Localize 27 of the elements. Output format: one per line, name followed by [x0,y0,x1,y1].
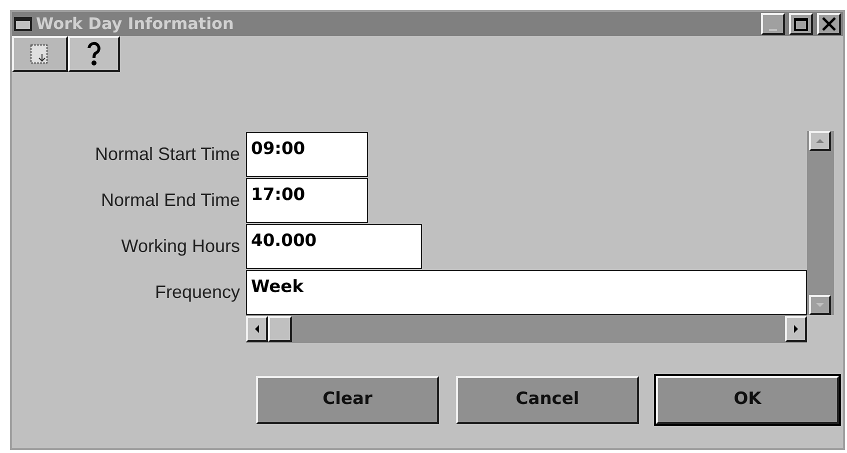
scroll-up-button[interactable] [809,131,831,151]
text-field[interactable]: Week [246,270,807,314]
minimize-button[interactable] [761,13,785,35]
window-title: Work Day Information [36,13,235,35]
maximize-button[interactable] [789,13,813,35]
dialog-button[interactable]: OK [656,376,839,424]
help-button[interactable] [68,36,120,72]
scroll-thumb[interactable] [268,316,292,342]
field-label: Working Hours [121,234,240,258]
field-label: Frequency [154,280,240,304]
scroll-right-button[interactable] [785,316,807,342]
close-icon [822,17,836,31]
scroll-down-button[interactable] [809,295,831,315]
field-label: Normal End Time [100,188,240,212]
dialog-button[interactable]: Clear [256,376,439,424]
text-field[interactable]: 09:00 [246,132,368,176]
toolbar-button[interactable] [12,36,68,72]
help-icon [86,41,102,67]
vertical-scrollbar[interactable] [807,131,834,315]
horizontal-scrollbar[interactable] [246,315,807,343]
window-icon [14,17,32,31]
text-field[interactable]: 17:00 [246,178,368,222]
text-field[interactable]: 40.000 [246,224,422,268]
close-button[interactable] [817,13,841,35]
field-label: Normal Start Time [94,142,240,166]
dialog-button[interactable]: Cancel [456,376,639,424]
scroll-left-button[interactable] [246,316,268,342]
